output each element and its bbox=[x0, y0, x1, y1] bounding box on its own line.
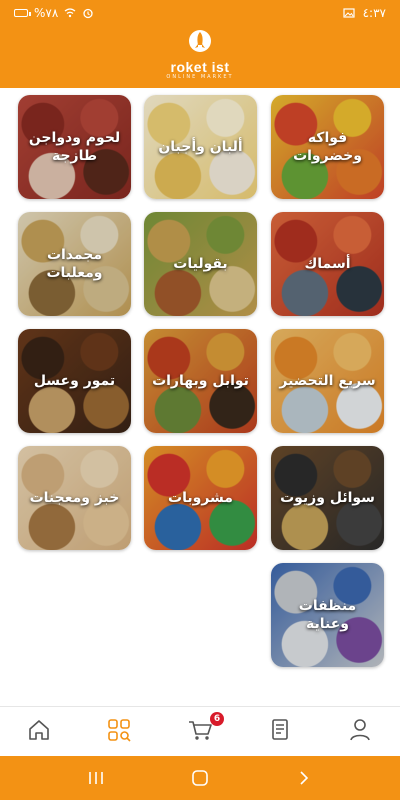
category-tile[interactable]: خبز ومعجنات bbox=[18, 446, 131, 550]
battery-percent: %٧٨ bbox=[34, 6, 59, 20]
category-tile[interactable]: منظفات وعناية bbox=[271, 563, 384, 667]
category-tile[interactable]: توابل وبهارات bbox=[144, 329, 257, 433]
image-notification-icon bbox=[343, 8, 355, 18]
user-icon bbox=[350, 719, 370, 741]
category-label: مشروبات bbox=[168, 490, 233, 506]
system-navigation-bar bbox=[0, 756, 400, 800]
orders-list-icon bbox=[272, 719, 288, 740]
category-label: سريع التحضير bbox=[279, 373, 376, 389]
category-tile[interactable]: ألبان وأجبان bbox=[144, 95, 257, 199]
cart-badge: 6 bbox=[210, 712, 224, 726]
nav-cart[interactable]: 6 bbox=[185, 712, 224, 745]
brand-tagline: ONLINE MARKET bbox=[166, 74, 234, 80]
rocket-logo-icon bbox=[189, 30, 211, 52]
nav-categories[interactable] bbox=[104, 715, 134, 745]
status-time: ٤:٣٧ bbox=[362, 6, 386, 20]
status-bar: %٧٨ ٤:٣٧ bbox=[0, 0, 400, 26]
category-label: خبز ومعجنات bbox=[29, 490, 120, 506]
category-label: منظفات وعناية bbox=[298, 598, 357, 632]
category-label: مجمدات ومعلبات bbox=[46, 247, 103, 281]
category-label: تمور وعسل bbox=[33, 373, 116, 389]
home-button-icon[interactable] bbox=[191, 769, 209, 787]
category-label: ألبان وأجبان bbox=[158, 139, 243, 155]
back-icon[interactable] bbox=[296, 769, 312, 787]
screen: %٧٨ ٤:٣٧ roket ist ONLINE MARKET فواكه و… bbox=[0, 0, 400, 800]
categories-search-icon bbox=[108, 719, 131, 742]
wifi-icon bbox=[64, 8, 76, 18]
nav-account[interactable] bbox=[345, 715, 375, 745]
bottom-navigation: 6 bbox=[0, 706, 400, 756]
nav-home[interactable] bbox=[24, 715, 54, 745]
brand-name: roket ist bbox=[170, 59, 230, 75]
battery-icon bbox=[14, 9, 31, 17]
category-tile[interactable]: أسماك bbox=[271, 212, 384, 316]
category-label: لحوم ودواجن طازجة bbox=[28, 130, 121, 164]
recent-apps-icon[interactable] bbox=[87, 770, 105, 786]
category-tile[interactable]: بقوليات bbox=[144, 212, 257, 316]
alarm-icon bbox=[83, 8, 93, 19]
category-label: بقوليات bbox=[173, 256, 228, 272]
category-label: أسماك bbox=[304, 256, 351, 272]
status-right: ٤:٣٧ bbox=[343, 6, 386, 20]
category-label: فواكه وخضروات bbox=[293, 130, 362, 164]
category-tile[interactable]: مجمدات ومعلبات bbox=[18, 212, 131, 316]
status-left: %٧٨ bbox=[14, 6, 94, 20]
brand-logo: roket ist ONLINE MARKET bbox=[0, 28, 400, 80]
category-tile[interactable]: سريع التحضير bbox=[271, 329, 384, 433]
app-header: %٧٨ ٤:٣٧ roket ist ONLINE MARKET bbox=[0, 0, 400, 88]
category-tile[interactable]: تمور وعسل bbox=[18, 329, 131, 433]
category-label: سوائل وزيوت bbox=[280, 490, 375, 506]
home-icon bbox=[29, 720, 49, 740]
category-label: توابل وبهارات bbox=[152, 373, 249, 389]
category-tile[interactable]: مشروبات bbox=[144, 446, 257, 550]
category-tile[interactable]: لحوم ودواجن طازجة bbox=[18, 95, 131, 199]
category-tile[interactable]: سوائل وزيوت bbox=[271, 446, 384, 550]
category-tile[interactable]: فواكه وخضروات bbox=[271, 95, 384, 199]
nav-orders[interactable] bbox=[265, 715, 295, 745]
